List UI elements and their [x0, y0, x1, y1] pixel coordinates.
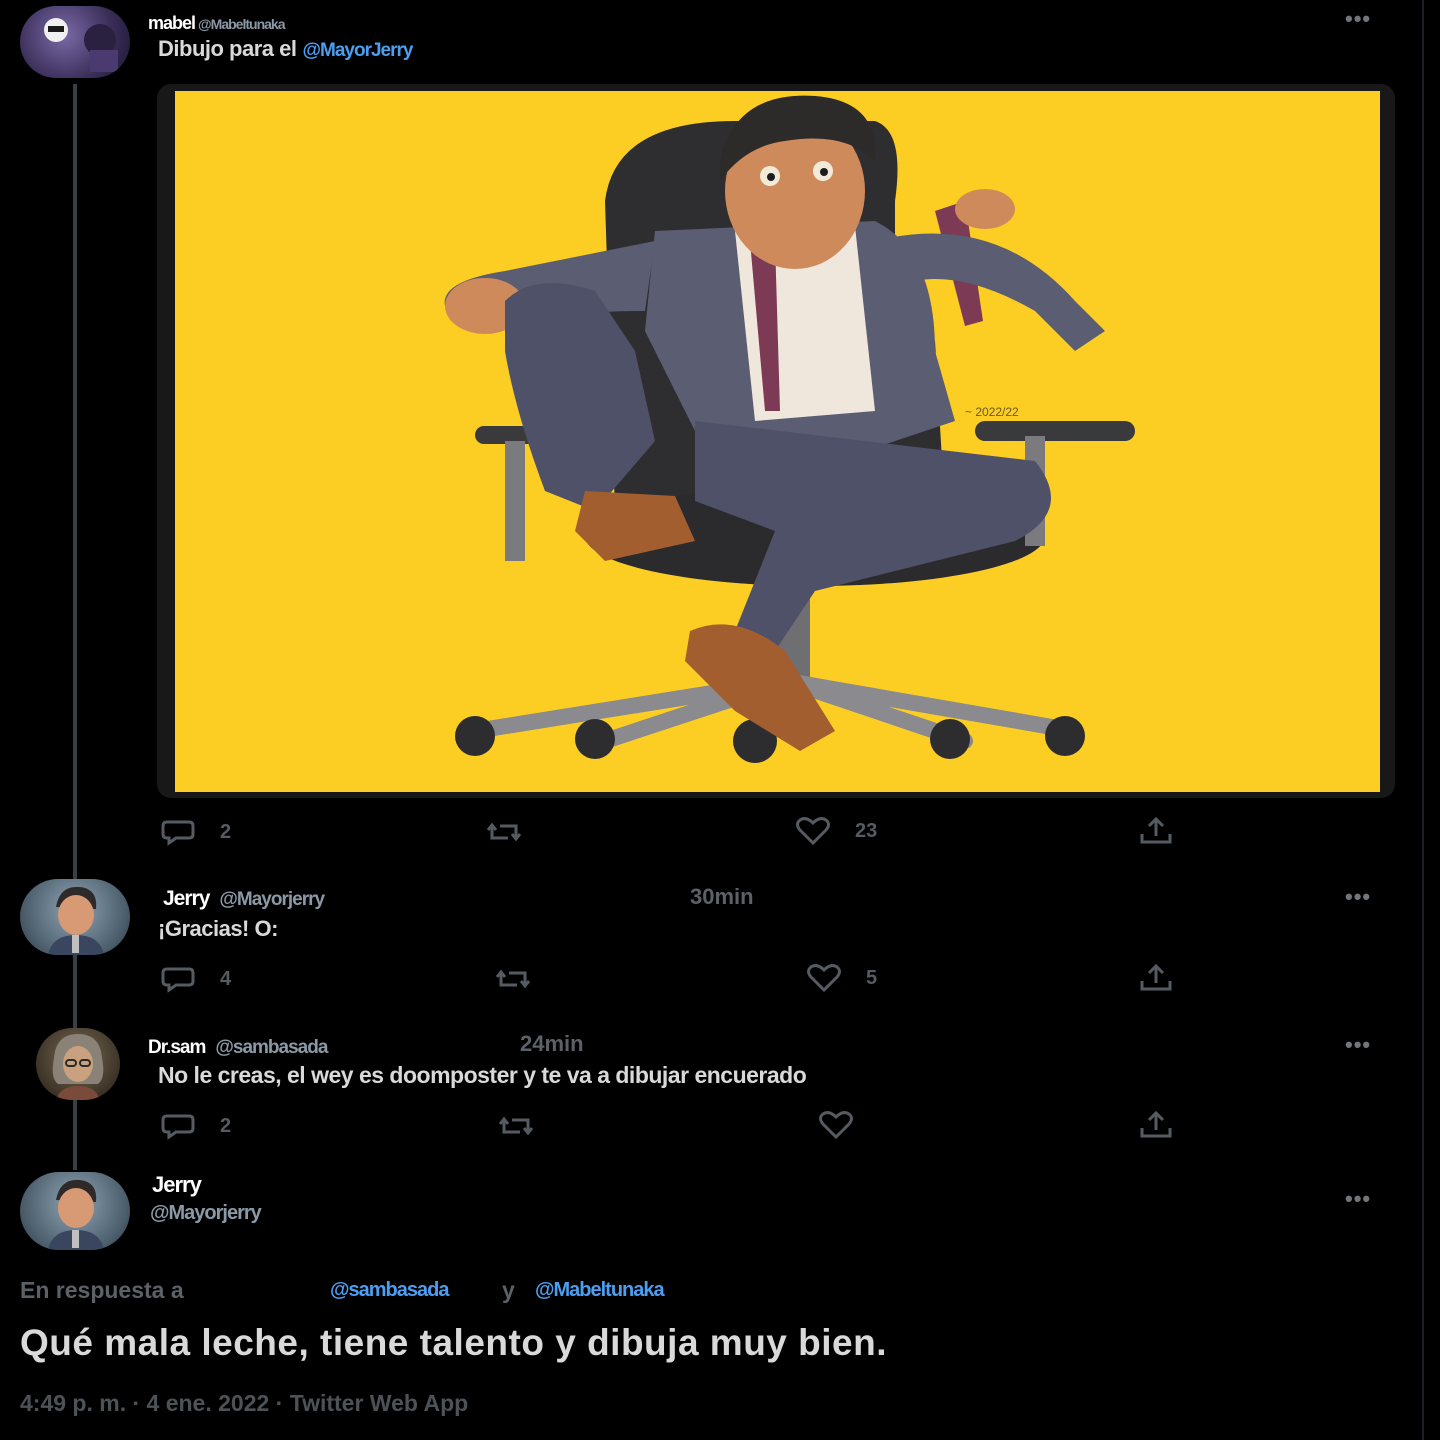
reply-button[interactable]: 2	[160, 1112, 231, 1140]
like-count: 23	[855, 819, 878, 842]
artist-signature: ~ 2022/22	[965, 405, 1019, 419]
author-handle[interactable]: @sambasada	[215, 1037, 328, 1059]
reply-joiner: y	[502, 1277, 515, 1303]
reply-mention[interactable]: @Mabeltunaka	[535, 1279, 665, 1302]
avatar[interactable]	[20, 1172, 130, 1250]
like-icon	[795, 816, 831, 846]
share-button[interactable]	[1138, 963, 1174, 993]
author-name[interactable]: Jerry	[152, 1172, 202, 1198]
reply-icon	[160, 1112, 196, 1140]
reply-prefix: En respuesta a	[20, 1277, 184, 1303]
more-icon[interactable]: •••	[1345, 884, 1371, 910]
retweet-icon	[493, 965, 533, 993]
artwork-image[interactable]: ~ 2022/22	[175, 91, 1380, 792]
more-icon[interactable]: •••	[1345, 1186, 1371, 1212]
share-icon	[1138, 963, 1174, 993]
share-button[interactable]	[1138, 816, 1174, 846]
share-icon	[1138, 1110, 1174, 1140]
tweet-meta[interactable]: 4:49 p. m. · 4 ene. 2022 · Twitter Web A…	[20, 1390, 468, 1417]
like-count: 5	[866, 966, 878, 989]
reply-button[interactable]: 2	[160, 818, 231, 846]
tweet-text: Dibujo para el	[158, 36, 297, 61]
author-handle[interactable]: @Mayorjerry	[150, 1202, 262, 1225]
retweet-button[interactable]	[484, 818, 524, 846]
retweet-button[interactable]	[493, 965, 533, 993]
like-button[interactable]: 5	[806, 963, 877, 993]
retweet-icon	[496, 1112, 536, 1140]
reply-icon	[160, 818, 196, 846]
reply-icon	[160, 965, 196, 993]
office-chair-drawing: ~ 2022/22	[444, 95, 1135, 763]
more-icon[interactable]: •••	[1345, 1032, 1371, 1058]
like-button[interactable]	[818, 1110, 854, 1140]
reply-count: 2	[220, 820, 232, 843]
avatar[interactable]	[20, 879, 130, 955]
column-border	[1422, 0, 1424, 1440]
reply-mention[interactable]: @sambasada	[330, 1279, 449, 1302]
like-button[interactable]: 23	[795, 816, 877, 846]
avatar[interactable]	[20, 6, 130, 78]
author-name[interactable]: mabel	[148, 13, 196, 34]
timestamp[interactable]: 24min	[520, 1031, 584, 1057]
tweet-text: ¡Gracias! O:	[158, 916, 278, 941]
reply-button[interactable]: 4	[160, 965, 231, 993]
author-handle[interactable]: @Mayorjerry	[219, 889, 325, 911]
share-button[interactable]	[1138, 1110, 1174, 1140]
author-name[interactable]: Dr.sam	[148, 1037, 206, 1059]
share-icon	[1138, 816, 1174, 846]
thread-line	[73, 1100, 77, 1170]
thread-line	[73, 84, 77, 879]
more-icon[interactable]: •••	[1345, 6, 1371, 32]
reply-count: 2	[220, 1114, 232, 1137]
timestamp[interactable]: 30min	[690, 884, 754, 910]
reply-count: 4	[220, 967, 232, 990]
retweet-button[interactable]	[496, 1112, 536, 1140]
tweet-text: No le creas, el wey es doomposter y te v…	[158, 1062, 807, 1088]
thread-line	[73, 952, 77, 1028]
author-name[interactable]: Jerry	[163, 887, 210, 911]
tweet-text: Qué mala leche, tiene talento y dibuja m…	[20, 1322, 887, 1363]
avatar[interactable]	[36, 1028, 120, 1100]
author-handle[interactable]: @Mabeltunaka	[198, 16, 285, 32]
like-icon	[806, 963, 842, 993]
reply-context: En respuesta a @sambasada y @Mabeltunaka	[20, 1277, 720, 1307]
retweet-icon	[484, 818, 524, 846]
like-icon	[818, 1110, 854, 1140]
mention-link[interactable]: @MayorJerry	[302, 40, 413, 62]
